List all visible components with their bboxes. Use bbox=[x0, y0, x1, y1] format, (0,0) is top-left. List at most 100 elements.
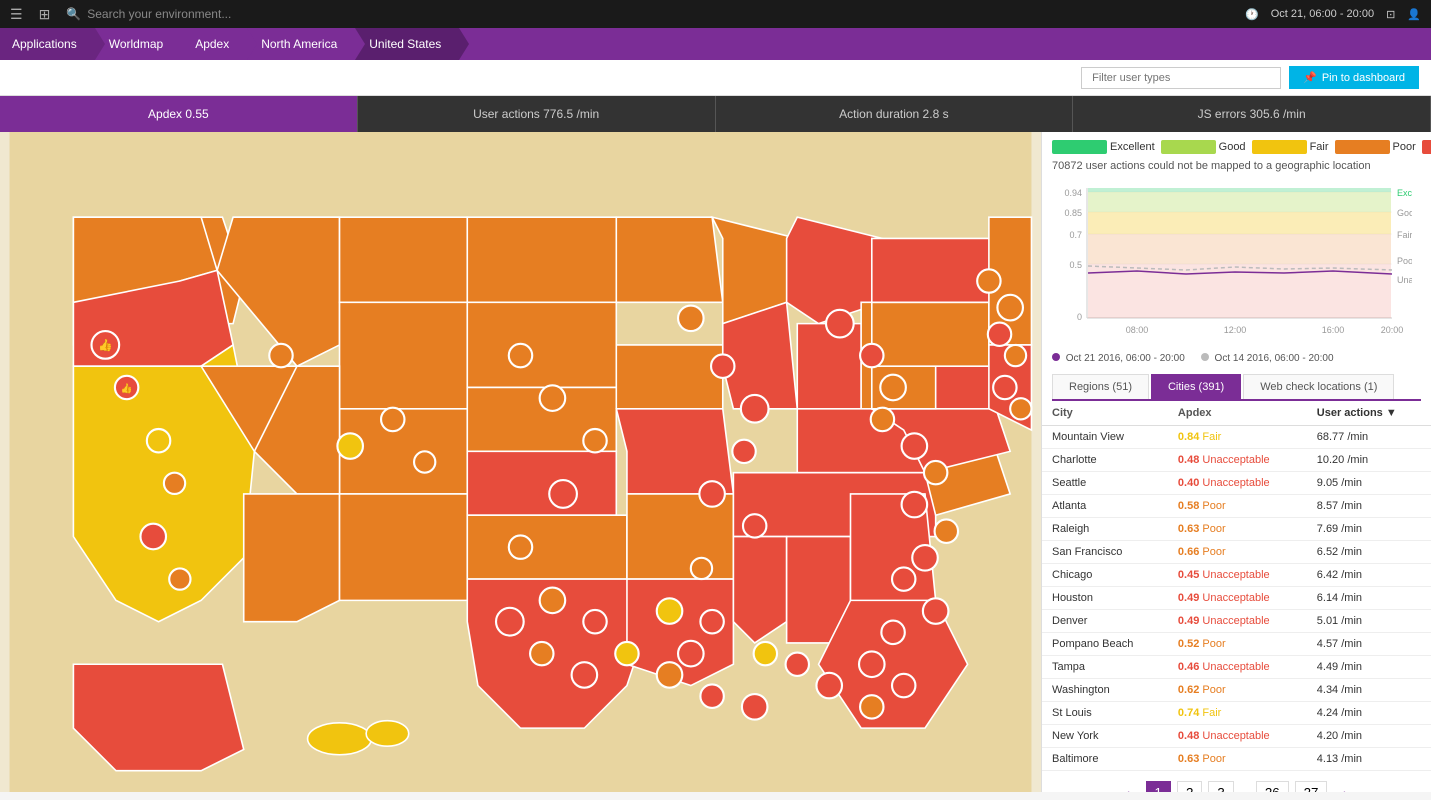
time-legend-current: Oct 21 2016, 06:00 - 20:00 bbox=[1052, 353, 1185, 364]
table-row[interactable]: St Louis 0.74 Fair 4.24 /min bbox=[1042, 702, 1431, 725]
table-row[interactable]: Washington 0.62 Poor 4.34 /min bbox=[1042, 679, 1431, 702]
svg-text:0.5: 0.5 bbox=[1069, 260, 1082, 270]
table-row[interactable]: San Francisco 0.66 Poor 6.52 /min bbox=[1042, 541, 1431, 564]
unmapped-note: 70872 user actions could not be mapped t… bbox=[1042, 158, 1431, 178]
legend-bar: ExcellentGoodFairPoorUnacceptable bbox=[1042, 132, 1431, 158]
table-row[interactable]: Charlotte 0.48 Unacceptable 10.20 /min bbox=[1042, 449, 1431, 472]
pin-label: Pin to dashboard bbox=[1322, 72, 1405, 84]
svg-text:👍: 👍 bbox=[98, 338, 113, 352]
breadcrumb-item-worldmap[interactable]: Worldmap bbox=[95, 28, 181, 60]
table-row[interactable]: New York 0.48 Unacceptable 4.20 /min bbox=[1042, 725, 1431, 748]
metric-tab-1[interactable]: User actions 776.5 /min bbox=[358, 96, 716, 132]
city-cell: Baltimore bbox=[1042, 748, 1168, 771]
city-cell: San Francisco bbox=[1042, 541, 1168, 564]
apdex-cell: 0.63 Poor bbox=[1168, 518, 1307, 541]
metric-tab-3[interactable]: JS errors 305.6 /min bbox=[1073, 96, 1431, 132]
apps-icon[interactable]: ⊞ bbox=[39, 6, 51, 23]
apdex-cell: 0.40 Unacceptable bbox=[1168, 472, 1307, 495]
apdex-cell: 0.52 Poor bbox=[1168, 633, 1307, 656]
svg-text:Unacceptable: Unacceptable bbox=[1397, 275, 1412, 285]
expand-icon[interactable]: ⊡ bbox=[1386, 8, 1395, 21]
city-cell: Raleigh bbox=[1042, 518, 1168, 541]
next-page[interactable]: › bbox=[1333, 782, 1357, 793]
menu-icon[interactable]: ☰ bbox=[10, 6, 23, 23]
apdex-cell: 0.45 Unacceptable bbox=[1168, 564, 1307, 587]
breadcrumb-item-applications[interactable]: Applications bbox=[0, 28, 95, 60]
prev-page[interactable]: ‹ bbox=[1116, 782, 1140, 793]
table-row[interactable]: Pompano Beach 0.52 Poor 4.57 /min bbox=[1042, 633, 1431, 656]
user-actions-cell: 4.34 /min bbox=[1307, 679, 1431, 702]
page-27[interactable]: 27 bbox=[1295, 781, 1328, 792]
user-actions-cell: 5.01 /min bbox=[1307, 610, 1431, 633]
city-cell: Seattle bbox=[1042, 472, 1168, 495]
col-apdex: Apdex bbox=[1168, 401, 1307, 426]
svg-text:12:00: 12:00 bbox=[1224, 325, 1247, 335]
search-placeholder[interactable]: Search your environment... bbox=[87, 7, 231, 21]
legend-item-unacceptable: Unacceptable bbox=[1422, 140, 1431, 154]
table-row[interactable]: Baltimore 0.63 Poor 4.13 /min bbox=[1042, 748, 1431, 771]
svg-text:0.7: 0.7 bbox=[1069, 230, 1082, 240]
metric-tabs: Apdex 0.55User actions 776.5 /minAction … bbox=[0, 96, 1431, 132]
user-actions-cell: 8.57 /min bbox=[1307, 495, 1431, 518]
header-metrics: 📌 Pin to dashboard bbox=[0, 60, 1431, 96]
right-panel: ExcellentGoodFairPoorUnacceptable 70872 … bbox=[1041, 132, 1431, 792]
table-row[interactable]: Mountain View 0.84 Fair 68.77 /min bbox=[1042, 426, 1431, 449]
top-bar-right: 🕐 Oct 21, 06:00 - 20:00 ⊡ 👤 bbox=[1245, 8, 1421, 21]
user-actions-cell: 7.69 /min bbox=[1307, 518, 1431, 541]
city-cell: Pompano Beach bbox=[1042, 633, 1168, 656]
user-actions-cell: 6.42 /min bbox=[1307, 564, 1431, 587]
svg-text:Fair: Fair bbox=[1397, 230, 1412, 240]
pin-button[interactable]: 📌 Pin to dashboard bbox=[1289, 66, 1419, 89]
col-user-actions[interactable]: User actions ▼ bbox=[1307, 401, 1431, 426]
table-row[interactable]: Chicago 0.45 Unacceptable 6.42 /min bbox=[1042, 564, 1431, 587]
apdex-cell: 0.66 Poor bbox=[1168, 541, 1307, 564]
page-1[interactable]: 1 bbox=[1146, 781, 1171, 792]
user-actions-cell: 9.05 /min bbox=[1307, 472, 1431, 495]
loc-tab-1[interactable]: Cities (391) bbox=[1151, 374, 1241, 399]
page-dots: ... bbox=[1240, 786, 1250, 793]
pagination: ‹ 1 2 3 ... 26 27 › bbox=[1042, 771, 1431, 792]
filter-input[interactable] bbox=[1081, 67, 1281, 89]
metric-tab-2[interactable]: Action duration 2.8 s bbox=[716, 96, 1074, 132]
search-icon: 🔍 bbox=[66, 7, 81, 21]
metric-tab-0[interactable]: Apdex 0.55 bbox=[0, 96, 358, 132]
top-bar: ☰ ⊞ 🔍 Search your environment... 🕐 Oct 2… bbox=[0, 0, 1431, 28]
map-area: 👍 👍 bbox=[0, 132, 1041, 792]
apdex-cell: 0.74 Fair bbox=[1168, 702, 1307, 725]
breadcrumb-item-north-america[interactable]: North America bbox=[247, 28, 355, 60]
apdex-cell: 0.62 Poor bbox=[1168, 679, 1307, 702]
city-cell: St Louis bbox=[1042, 702, 1168, 725]
city-cell: Houston bbox=[1042, 587, 1168, 610]
legend-item-poor: Poor bbox=[1335, 140, 1416, 154]
city-cell: Charlotte bbox=[1042, 449, 1168, 472]
city-cell: New York bbox=[1042, 725, 1168, 748]
loc-tab-2[interactable]: Web check locations (1) bbox=[1243, 374, 1394, 399]
table-row[interactable]: Seattle 0.40 Unacceptable 9.05 /min bbox=[1042, 472, 1431, 495]
page-26[interactable]: 26 bbox=[1256, 781, 1289, 792]
city-cell: Denver bbox=[1042, 610, 1168, 633]
table-row[interactable]: Denver 0.49 Unacceptable 5.01 /min bbox=[1042, 610, 1431, 633]
city-cell: Tampa bbox=[1042, 656, 1168, 679]
table-row[interactable]: Raleigh 0.63 Poor 7.69 /min bbox=[1042, 518, 1431, 541]
city-cell: Mountain View bbox=[1042, 426, 1168, 449]
time-legend: Oct 21 2016, 06:00 - 20:00 Oct 14 2016, … bbox=[1042, 349, 1431, 370]
table-row[interactable]: Houston 0.49 Unacceptable 6.14 /min bbox=[1042, 587, 1431, 610]
table-row[interactable]: Atlanta 0.58 Poor 8.57 /min bbox=[1042, 495, 1431, 518]
user-icon[interactable]: 👤 bbox=[1407, 8, 1421, 21]
page-2[interactable]: 2 bbox=[1177, 781, 1202, 792]
loc-tab-0[interactable]: Regions (51) bbox=[1052, 374, 1149, 399]
user-actions-cell: 68.77 /min bbox=[1307, 426, 1431, 449]
svg-text:👍: 👍 bbox=[121, 383, 133, 395]
user-actions-cell: 4.13 /min bbox=[1307, 748, 1431, 771]
data-table: City Apdex User actions ▼ Mountain View … bbox=[1042, 401, 1431, 771]
apdex-cell: 0.46 Unacceptable bbox=[1168, 656, 1307, 679]
page-3[interactable]: 3 bbox=[1208, 781, 1233, 792]
search-area: 🔍 Search your environment... bbox=[66, 7, 1229, 21]
breadcrumb-item-united-states[interactable]: United States bbox=[355, 28, 459, 60]
svg-text:16:00: 16:00 bbox=[1322, 325, 1345, 335]
user-actions-cell: 4.24 /min bbox=[1307, 702, 1431, 725]
apdex-cell: 0.49 Unacceptable bbox=[1168, 610, 1307, 633]
svg-text:0.85: 0.85 bbox=[1064, 208, 1082, 218]
apdex-chart: 0.94 0.85 0.7 0.5 0 bbox=[1052, 178, 1412, 338]
table-row[interactable]: Tampa 0.46 Unacceptable 4.49 /min bbox=[1042, 656, 1431, 679]
